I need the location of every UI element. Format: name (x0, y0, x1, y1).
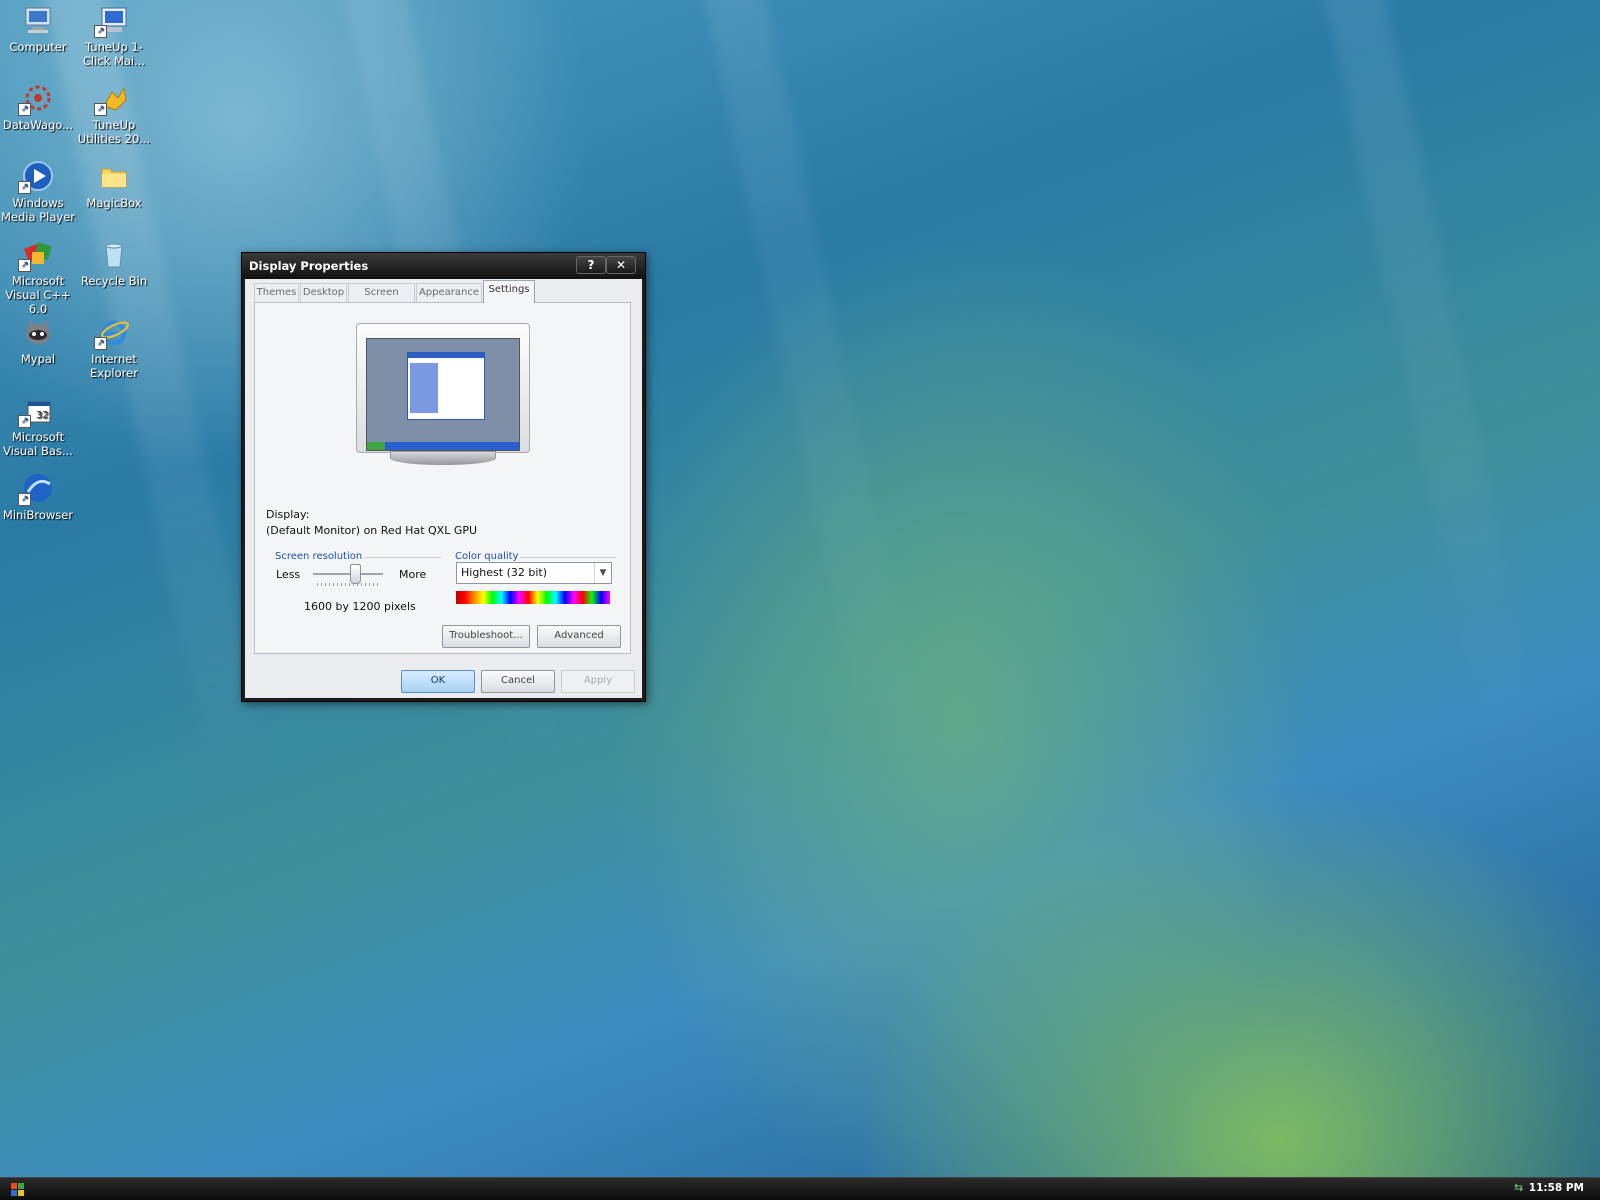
tab-appearance[interactable]: Appearance (416, 283, 482, 302)
desktop-icon-visual-cpp[interactable]: ↗ Microsoft Visual C++ 6.0 (1, 236, 75, 316)
desktop-icon-internet-explorer[interactable]: ↗ Internet Explorer (77, 314, 151, 380)
svg-text:32: 32 (36, 410, 49, 421)
tab-settings[interactable]: Settings (483, 280, 535, 303)
wallpaper-streak (687, 0, 933, 797)
desktop-icon-minibrowser[interactable]: ↗ MiniBrowser (1, 470, 75, 522)
shortcut-arrow-icon: ↗ (18, 415, 31, 428)
taskbar: ⇆ 11:58 PM (0, 1177, 1600, 1200)
tuneup-oneclick-icon: ↗ (94, 4, 130, 38)
preview-window (407, 352, 485, 420)
desktop-icon-windows-media-player[interactable]: ↗ Windows Media Player (1, 158, 75, 224)
chevron-down-icon[interactable]: ▼ (594, 563, 611, 583)
wallpaper-streak (1307, 0, 1553, 797)
group-divider (365, 557, 441, 558)
shortcut-arrow-icon: ↗ (18, 181, 31, 194)
dialog-client-area: Themes Desktop Screen Saver Appearance S… (245, 279, 642, 698)
datawagon-icon: ↗ (18, 82, 54, 116)
advanced-button[interactable]: Advanced (537, 625, 621, 648)
desktop-icon-datawagon[interactable]: ↗ DataWago... (1, 80, 75, 132)
ok-button[interactable]: OK (401, 670, 475, 693)
troubleshoot-button[interactable]: Troubleshoot... (442, 625, 530, 648)
shortcut-arrow-icon: ↗ (18, 103, 31, 116)
resolution-slider-ticks (317, 583, 379, 586)
shortcut-arrow-icon: ↗ (18, 259, 31, 272)
resolution-value-text: 1600 by 1200 pixels (304, 600, 416, 613)
close-button[interactable]: ✕ (606, 256, 636, 274)
monitor-stand (390, 451, 496, 465)
dialog-title: Display Properties (249, 259, 369, 273)
shortcut-arrow-icon: ↗ (94, 337, 107, 350)
dialog-titlebar[interactable]: Display Properties ? ✕ (242, 253, 645, 279)
desktop-icon-magicbox[interactable]: MagicBox (77, 158, 151, 210)
desktop-icon-mypal[interactable]: Mypal (1, 314, 75, 366)
shortcut-arrow-icon: ↗ (94, 103, 107, 116)
tab-screen-saver[interactable]: Screen Saver (348, 283, 415, 316)
display-label: Display: (266, 508, 310, 521)
desktop-icon-computer[interactable]: Computer (1, 2, 75, 54)
network-icon[interactable]: ⇆ (1514, 1182, 1526, 1194)
monitor-preview-screen (366, 338, 520, 451)
shortcut-arrow-icon: ↗ (94, 25, 107, 38)
group-divider (520, 557, 616, 558)
visual-basic-icon: 32 ↗ (18, 394, 54, 428)
visual-cpp-icon: ↗ (18, 238, 54, 272)
color-spectrum-bar (456, 591, 610, 604)
internet-explorer-icon: ↗ (94, 316, 130, 350)
desktop-icon-visual-basic[interactable]: 32 ↗ Microsoft Visual Bas... (1, 392, 75, 458)
shortcut-arrow-icon: ↗ (18, 493, 31, 506)
settings-tab-panel: Display: (Default Monitor) on Red Hat QX… (254, 302, 631, 654)
help-button[interactable]: ? (576, 256, 606, 274)
monitor-preview (356, 323, 530, 453)
color-quality-select[interactable]: Highest (32 bit) ▼ (456, 562, 612, 584)
tab-desktop[interactable]: Desktop (300, 283, 347, 302)
color-quality-value: Highest (32 bit) (461, 566, 548, 579)
color-quality-group-title: Color quality (455, 551, 519, 562)
computer-icon (22, 4, 54, 36)
tray-clock[interactable]: 11:58 PM (1529, 1182, 1584, 1194)
tab-themes[interactable]: Themes (254, 283, 299, 302)
minibrowser-icon: ↗ (18, 472, 54, 506)
desktop-icon-tuneup-oneclick[interactable]: ↗ TuneUp 1-Click Mai... (77, 2, 151, 68)
display-properties-dialog[interactable]: Display Properties ? ✕ Themes Desktop Sc… (241, 252, 646, 702)
display-value: (Default Monitor) on Red Hat QXL GPU (266, 524, 478, 537)
preview-start-button (367, 442, 385, 450)
tuneup-utilities-icon: ↗ (94, 82, 130, 116)
recycle-bin-icon (98, 238, 130, 270)
resolution-slider-track[interactable] (313, 573, 383, 575)
apply-button[interactable]: Apply (561, 670, 635, 693)
resolution-less-label: Less (276, 568, 301, 581)
cancel-button[interactable]: Cancel (481, 670, 555, 693)
preview-taskbar (367, 442, 519, 450)
desktop-icon-recycle-bin[interactable]: Recycle Bin (77, 236, 151, 288)
desktop-icon-tuneup-utilities[interactable]: ↗ TuneUp Utilities 20... (77, 80, 151, 146)
folder-icon (98, 160, 130, 192)
mypal-icon (22, 316, 54, 348)
resolution-more-label: More (399, 568, 427, 581)
start-button[interactable] (11, 1183, 25, 1197)
screen-resolution-group-title: Screen resolution (275, 551, 363, 562)
windows-flag-icon (11, 1183, 17, 1189)
media-player-icon: ↗ (18, 160, 54, 194)
resolution-slider-thumb[interactable] (350, 564, 361, 584)
